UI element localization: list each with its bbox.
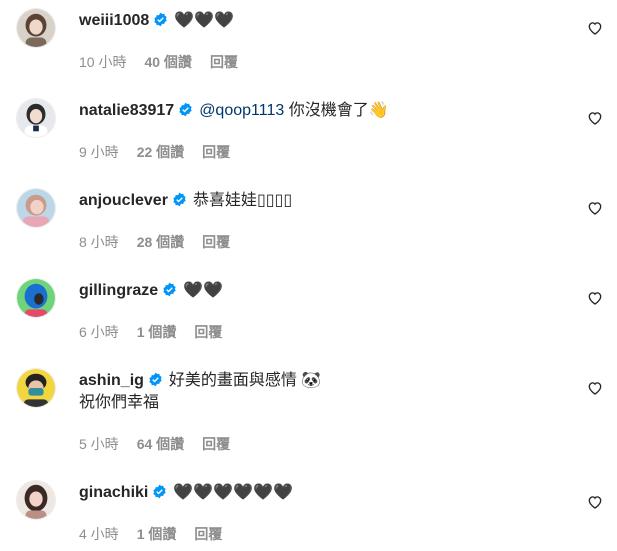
comment-text: 🖤🖤🖤 [174,12,235,29]
verified-badge-icon [162,282,177,297]
comment-likes[interactable]: 40 個讚 [144,54,191,70]
like-heart-icon[interactable] [587,110,603,126]
verified-badge-icon [172,192,187,207]
comment-text: 🖤🖤 [183,282,223,299]
verified-badge-icon [152,484,167,499]
avatar-image [17,369,55,407]
comment-meta: 9 小時 22 個讚 回覆 [79,142,248,162]
avatar[interactable] [16,278,56,318]
verified-badge-icon [178,102,193,117]
username-link[interactable]: gillingraze [79,282,158,299]
comment-meta: 10 小時 40 個讚 回覆 [79,52,256,72]
comment-text: 恭喜娃娃▯▯▯▯ [192,192,293,209]
comment-likes[interactable]: 1 個讚 [137,324,177,340]
comment-time: 10 小時 [79,54,127,70]
username-link[interactable]: ginachiki [79,484,148,501]
reply-button[interactable]: 回覆 [194,526,222,542]
comment-line: ashin_ig 好美的畫面與感情 🐼 [79,370,559,392]
comment-line: anjouclever 恭喜娃娃▯▯▯▯ [79,190,559,212]
avatar[interactable] [16,8,56,48]
avatar[interactable] [16,98,56,138]
comment-body: weiii1008 🖤🖤🖤 10 小時 40 個讚 回覆 [79,10,559,70]
comment-meta: 6 小時 1 個讚 回覆 [79,322,240,342]
comment-line: ginachiki 🖤🖤🖤🖤🖤🖤 [79,482,559,504]
comment-time: 9 小時 [79,144,119,160]
comment-text: 🖤🖤🖤🖤🖤🖤 [173,484,293,501]
comment-text: 你沒機會了👋 [284,102,389,119]
comment-body: ashin_ig 好美的畫面與感情 🐼 祝你們幸福 5 小時 64 個讚 回覆 [79,370,559,452]
comment-meta: 5 小時 64 個讚 回覆 [79,434,248,454]
comment-meta: 4 小時 1 個讚 回覆 [79,524,240,544]
comment-body: natalie83917 @qoop1113 你沒機會了👋 9 小時 22 個讚 回覆 [79,100,559,160]
comment-text-line-2: 祝你們幸福 [79,394,160,411]
comment-body: gillingraze 🖤🖤 6 小時 1 個讚 回覆 [79,280,559,340]
avatar-image [17,481,55,519]
comment-line: gillingraze 🖤🖤 [79,280,559,302]
comment-likes[interactable]: 1 個讚 [137,526,177,542]
comment-line: weiii1008 🖤🖤🖤 [79,10,559,32]
like-heart-icon[interactable] [587,200,603,216]
avatar[interactable] [16,480,56,520]
like-heart-icon[interactable] [587,380,603,396]
reply-button[interactable]: 回覆 [202,436,230,452]
username-link[interactable]: ashin_ig [79,372,144,389]
username-link[interactable]: anjouclever [79,192,168,209]
comment-time: 5 小時 [79,436,119,452]
avatar[interactable] [16,368,56,408]
mention-link[interactable]: @qoop1113 [199,102,284,119]
comment-line: natalie83917 @qoop1113 你沒機會了👋 [79,100,559,122]
comment-body: ginachiki 🖤🖤🖤🖤🖤🖤 4 小時 1 個讚 回覆 [79,482,559,542]
comment-meta: 8 小時 28 個讚 回覆 [79,232,248,252]
comment-time: 8 小時 [79,234,119,250]
avatar-image [17,99,55,137]
username-link[interactable]: weiii1008 [79,12,149,29]
reply-button[interactable]: 回覆 [202,234,230,250]
comment-likes[interactable]: 22 個讚 [137,144,184,160]
like-heart-icon[interactable] [587,494,603,510]
reply-button[interactable]: 回覆 [210,54,238,70]
avatar[interactable] [16,188,56,228]
verified-badge-icon [153,12,168,27]
avatar-image [17,189,55,227]
avatar-image [17,279,55,317]
reply-button[interactable]: 回覆 [194,324,222,340]
avatar-image [17,9,55,47]
comment-text: 好美的畫面與感情 🐼 [168,372,322,389]
comment-body: anjouclever 恭喜娃娃▯▯▯▯ 8 小時 28 個讚 回覆 [79,190,559,250]
comment-time: 6 小時 [79,324,119,340]
like-heart-icon[interactable] [587,290,603,306]
like-heart-icon[interactable] [587,20,603,36]
reply-button[interactable]: 回覆 [202,144,230,160]
username-link[interactable]: natalie83917 [79,102,174,119]
comment-time: 4 小時 [79,526,119,542]
comment-likes[interactable]: 64 個讚 [137,436,184,452]
comment-likes[interactable]: 28 個讚 [137,234,184,250]
verified-badge-icon [148,372,163,387]
